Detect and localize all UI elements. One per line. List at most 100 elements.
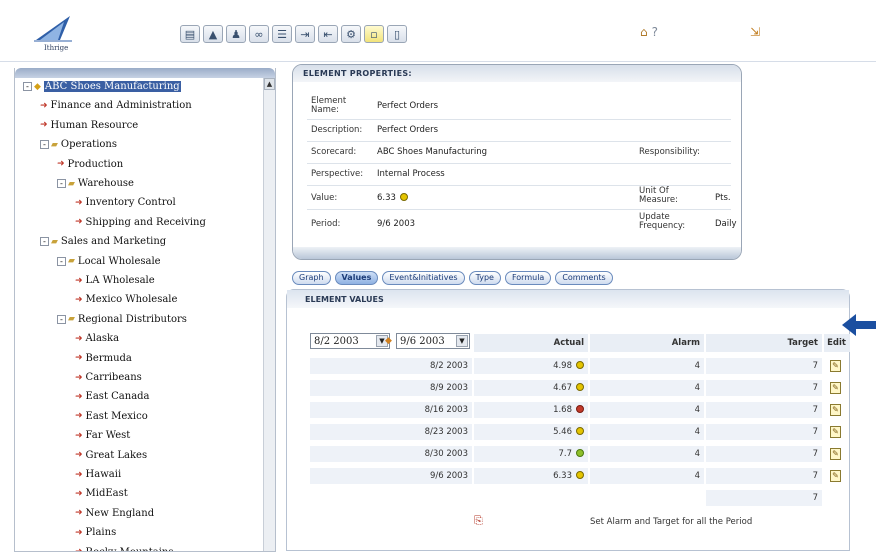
link-icon[interactable]: ∞ [249,25,269,43]
collapse-icon[interactable]: - [57,256,66,266]
tab-comments[interactable]: Comments [555,271,613,285]
tree-item[interactable]: - ▰ Local Wholesale [57,256,161,267]
tree-item-label: Carribeans [85,372,142,383]
tree-item[interactable]: ➜ Inventory Control [75,197,176,208]
tab-graph[interactable]: Graph [292,271,331,285]
alarm-cell[interactable]: 4 [590,424,704,440]
target-cell[interactable]: 7 [706,468,822,484]
alarm-cell-text: 4 [694,471,700,481]
description-value: Perfect Orders [377,125,439,135]
tree-item[interactable]: ➜ East Canada [75,391,150,402]
tree-item[interactable]: ➜Rocky Mountains [75,547,173,551]
alarm-cell[interactable]: 4 [590,446,704,462]
tree-item[interactable]: ➜ Shipping and Receiving [75,217,206,228]
tab-values[interactable]: Values [334,271,379,285]
alarm-cell[interactable]: 4 [590,402,704,418]
set-all-link[interactable]: Set Alarm and Target for all the Period [590,517,752,527]
tree-item[interactable]: ➜ Alaska [75,333,119,344]
target-cell-text: 7 [812,427,818,437]
edit-icon[interactable]: ✎ [830,426,841,438]
scroll-up-icon[interactable]: ▲ [264,78,275,90]
target-cell[interactable]: 7 [706,358,822,374]
import-icon[interactable]: ⇥ [295,25,315,43]
report-icon[interactable]: ▤ [180,25,200,43]
actual-cell: 7.7 [474,446,588,462]
target-cell[interactable]: 7 [706,380,822,396]
edit-icon[interactable]: ✎ [830,382,841,394]
target-cell[interactable]: 7 [706,402,822,418]
target-cell[interactable]: 7 [706,424,822,440]
panel-title: ELEMENT PROPERTIES: [293,65,741,82]
tree-item[interactable]: - ◆ ABC Shoes Manufacturing [23,81,181,92]
date-cell: 8/30 2003 [310,446,472,462]
set-all-icon[interactable]: ⎘ [474,514,483,528]
tree-item-label: Warehouse [77,178,134,189]
help-icon[interactable]: ? [652,25,658,39]
leaf-node-icon: ➜ [57,159,65,170]
tree-scrollbar[interactable]: ▲ [263,78,275,551]
leaf-node-icon: ➜ [75,488,83,499]
tree-item[interactable]: ➜ Mexico Wholesale [75,294,177,305]
tree-item[interactable]: - ▰ Regional Distributors [57,314,187,325]
edit-icon[interactable]: ✎ [830,448,841,460]
chart-icon[interactable]: ▲ [203,25,223,43]
tab-event-initiatives[interactable]: Event&Initiatives [382,271,465,285]
collapse-icon[interactable]: - [40,140,49,150]
from-date-value: 8/2 2003 [314,335,359,347]
tab-formula[interactable]: Formula [504,271,552,285]
settings-icon[interactable]: ⚙ [341,25,361,43]
export-icon[interactable]: ⇤ [318,25,338,43]
tree-item[interactable]: ➜ Far West [75,430,130,441]
tree-item[interactable]: ➜ LA Wholesale [75,275,155,286]
organization-tree: ▲ - ◆ ABC Shoes Manufacturing ➜ Finance and … [14,68,276,552]
edit-icon[interactable]: ✎ [830,404,841,416]
target-cell-text: 7 [812,361,818,371]
tree-item[interactable]: ➜ New England [75,508,154,519]
tree-item[interactable]: ➜ Human Resource [40,120,138,131]
actual-cell-text: 1.68 [553,405,572,415]
date-cell-text: 8/16 2003 [424,405,468,415]
divider [307,163,731,164]
list-icon[interactable]: ☰ [272,25,292,43]
tree-item-label: Inventory Control [85,197,176,209]
scroll-thumb[interactable] [265,91,274,551]
tree-item[interactable]: ➜ Production [57,159,123,170]
tree-item[interactable]: ➜ East Mexico [75,411,148,422]
document-icon[interactable]: ▯ [387,25,407,43]
alarm-cell[interactable]: 4 [590,380,704,396]
alarm-cell[interactable]: 4 [590,468,704,484]
chevron-down-icon[interactable]: ▼ [456,335,468,347]
collapse-icon[interactable]: - [57,179,66,188]
date-cell-text: 8/30 2003 [424,449,468,459]
note-icon[interactable]: ▫ [364,25,384,43]
tab-type[interactable]: Type [468,271,501,285]
exit-icon[interactable]: ⇲ [750,25,760,39]
collapse-icon[interactable]: - [57,314,66,324]
tree-item[interactable]: ➜ Hawaii [75,469,121,480]
tree-item[interactable]: ➜ Finance and Administration [40,100,192,111]
target-cell[interactable]: 7 [706,446,822,462]
tree-item[interactable]: - ▰ Sales and Marketing [40,236,166,247]
tree-item[interactable]: - ▰ Warehouse [57,178,134,189]
edit-icon[interactable]: ✎ [830,470,841,482]
collapse-icon[interactable]: - [40,237,49,247]
collapse-icon[interactable]: - [23,82,32,91]
leaf-node-icon: ➜ [75,450,83,461]
tree-item[interactable]: ➜ Great Lakes [75,450,147,461]
tree-item[interactable]: ➜ Bermuda [75,353,132,364]
actual-cell-text: 4.67 [553,383,572,393]
tree-item[interactable]: ➜ MidEast [75,488,128,499]
leaf-node-icon: ➜ [75,333,83,344]
tree-item[interactable]: ➜ Carribeans [75,372,142,383]
from-date-select[interactable]: 8/2 2003 ▼ [310,333,390,349]
user-icon[interactable]: ♟ [226,25,246,43]
tree-item[interactable]: - ▰ Operations [40,139,117,150]
alarm-cell[interactable]: 4 [590,358,704,374]
tree-item[interactable]: ➜ Plains [75,527,116,538]
to-date-select[interactable]: 9/6 2003 ▼ [396,333,470,349]
detail-tabs: Graph Values Event&Initiatives Type Form… [292,271,613,285]
home-icon[interactable]: ⌂ [640,25,648,39]
date-cell: 8/2 2003 [310,358,472,374]
edit-icon[interactable]: ✎ [830,360,841,372]
status-indicator-icon [576,449,584,457]
